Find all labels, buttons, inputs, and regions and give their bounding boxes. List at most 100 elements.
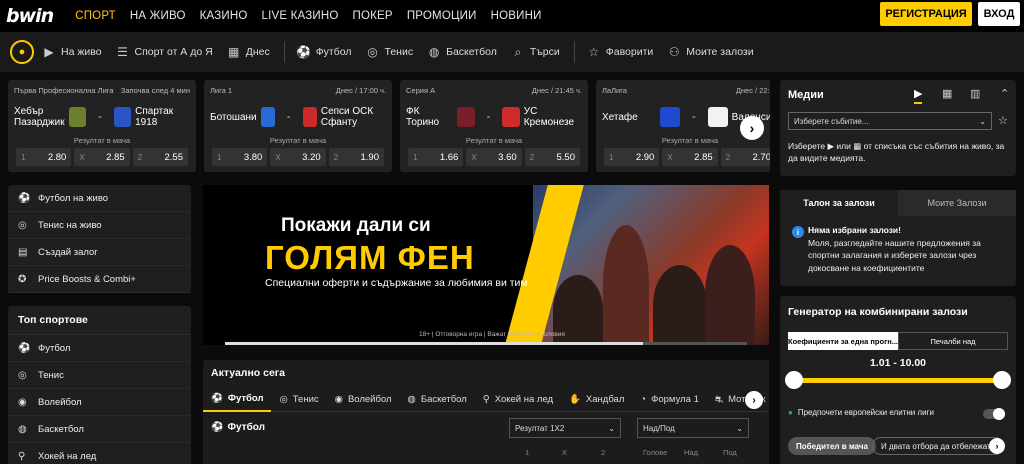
market-select-1x2[interactable]: Резултат 1X2 ⌄ (509, 418, 621, 438)
tab-bet-slip[interactable]: Талон за залози (780, 190, 898, 216)
match-card[interactable]: Лига 1 Днес / 17:00 ч. Ботошани - Сепси ОСК … (204, 80, 392, 172)
basketball-icon: ◍ (428, 45, 440, 59)
match-header: Лига 1 Днес / 17:00 ч. (210, 86, 386, 95)
quick-link-item[interactable]: ▤ Създай залог (8, 239, 191, 266)
slider-min-handle[interactable] (785, 371, 803, 389)
promo-banner[interactable]: Покажи дали си ГОЛЯМ ФЕН Специални оферт… (203, 185, 769, 345)
bwin-logo[interactable]: bwin (6, 5, 54, 27)
live-tab[interactable]: ◎ Тенис (271, 388, 326, 412)
bet-slip-tabs: Талон за залози Моите Залози (780, 190, 1016, 216)
live-tab[interactable]: ◍ Баскетбол (400, 388, 475, 412)
subnav-item[interactable]: ▶ На живо (42, 45, 101, 59)
odds-button[interactable]: X 2.85 (662, 148, 718, 166)
video-icon[interactable]: ▶ (914, 87, 923, 104)
nav-live-casino[interactable]: LIVE КАЗИНО (262, 10, 339, 22)
top-sport-item[interactable]: ⚽ Футбол (8, 335, 191, 362)
pitch-icon[interactable]: ▦ (942, 87, 952, 100)
match-card[interactable]: Серия А Днес / 21:45 ч. ФК Торино - УС Кремо… (400, 80, 588, 172)
subnav-item-label: Баскетбол (446, 46, 497, 58)
subnav-item[interactable]: ◍ Баскетбол (427, 45, 497, 59)
chevron-right-icon[interactable]: › (989, 438, 1005, 454)
live-now-panel: Актуално сега ⚽ Футбол ◎ Тенис ◉ Волейбол ◍ Бас… (203, 360, 769, 464)
chevron-right-icon[interactable]: › (740, 116, 764, 140)
nav-poker[interactable]: ПОКЕР (353, 10, 393, 22)
odds-button[interactable]: X 3.60 (466, 148, 522, 166)
quick-link-item[interactable]: ⚽ Футбол на живо (8, 185, 191, 212)
live-tab[interactable]: ⛐Мотоцик (707, 388, 774, 412)
event-select-value: Изберете събитие... (794, 116, 869, 126)
calendar-icon: ▦ (228, 45, 240, 59)
tab-odds-per-selection[interactable]: Коефициенти за една прогн... (788, 332, 898, 350)
odds-button[interactable]: 2 2.70 (720, 148, 770, 166)
away-team: УС Кремонезе (523, 106, 575, 128)
live-tab[interactable]: ⚽ Футбол (203, 388, 272, 412)
nav-live[interactable]: НА ЖИВО (130, 10, 186, 22)
top-sport-item[interactable]: ◍ Баскетбол (8, 416, 191, 443)
quick-link-item[interactable]: ◎ Тенис на живо (8, 212, 191, 239)
odds-key: 1 (413, 152, 418, 162)
subnav-item[interactable]: ☰ Спорт от А до Я (116, 45, 213, 59)
subnav-item[interactable]: ⚽ Футбол (296, 45, 352, 59)
odds-row: 1 3.80 X 3.20 2 1.90 (212, 148, 384, 166)
subnav-item[interactable]: ⌕ Търси (511, 45, 560, 59)
nav-sport[interactable]: СПОРТ (75, 10, 116, 22)
banner-headline: Покажи дали си (281, 215, 431, 236)
chip-both-teams-score[interactable]: И двата отбора да отбележат голо (872, 437, 1004, 455)
subnav-item[interactable]: ⚇ Моите залози (667, 45, 754, 59)
subnav-item-label: Търси (529, 46, 560, 58)
subnav-item-label: Спорт от А до Я (134, 46, 213, 58)
odds-button[interactable]: X 3.20 (270, 148, 326, 166)
odds-button[interactable]: 2 2.55 (132, 148, 188, 166)
media-title: Медии (788, 89, 824, 101)
star-icon[interactable]: ☆ (998, 114, 1008, 127)
home-sports-icon[interactable]: ● (10, 40, 34, 64)
media-info-mid: или (836, 141, 851, 151)
stats-icon[interactable]: ▥ (970, 87, 980, 100)
odds-button[interactable]: 2 1.90 (328, 148, 384, 166)
match-card[interactable]: Първа Професионална Лига Започва след 4 м… (8, 80, 196, 172)
volleyball-icon: ◉ (334, 394, 343, 405)
elite-leagues-label: Предпочети европейски елитни лиги (797, 408, 934, 417)
top-sport-item[interactable]: ◎ Тенис (8, 362, 191, 389)
nav-news[interactable]: НОВИНИ (491, 10, 542, 22)
tab-my-bets[interactable]: Моите Залози (898, 190, 1016, 216)
nav-promotions[interactable]: ПРОМОЦИИ (407, 10, 477, 22)
tab-winnings-over[interactable]: Печалби над (898, 332, 1008, 350)
subnav-item[interactable]: ▦ Днес (227, 45, 270, 59)
live-tab[interactable]: ⚲ Хокей на лед (475, 388, 561, 412)
event-select[interactable]: Изберете събитие... ⌄ (788, 112, 992, 130)
chevron-right-icon[interactable]: › (745, 391, 763, 409)
odds-button[interactable]: 1 1.66 (408, 148, 464, 166)
volleyball-icon: ◉ (18, 396, 27, 408)
odds-button[interactable]: 2 5.50 (524, 148, 580, 166)
quick-link-item[interactable]: ✪ Price Boosts & Combi+ (8, 266, 191, 293)
live-tab[interactable]: ✋ Хандбал (561, 388, 632, 412)
subnav-item[interactable]: ☆ Фаворити (587, 45, 653, 59)
live-sport-name: Футбол (227, 422, 265, 433)
odds-value: 2.85 (694, 151, 713, 163)
odds-range-slider[interactable] (794, 378, 1002, 383)
register-button[interactable]: РЕГИСТРАЦИЯ (880, 2, 972, 26)
top-sport-item[interactable]: ◉ Волейбол (8, 389, 191, 416)
chip-match-winner[interactable]: Победител в мача (788, 437, 876, 455)
result-label: Резултат в мача (73, 136, 131, 145)
live-tab[interactable]: ◔ Формула 1 (632, 388, 706, 412)
elite-leagues-toggle[interactable] (983, 408, 1005, 420)
live-tab[interactable]: ◉ Волейбол (327, 388, 400, 412)
globe-icon: ● (788, 408, 793, 417)
odds-button[interactable]: 1 2.80 (16, 148, 72, 166)
odds-button[interactable]: X 2.85 (74, 148, 130, 166)
chevron-up-icon[interactable]: ⌃ (1000, 87, 1009, 100)
top-sport-item[interactable]: ⚲ Хокей на лед (8, 443, 191, 464)
odds-button[interactable]: 1 3.80 (212, 148, 268, 166)
slider-max-handle[interactable] (993, 371, 1011, 389)
combo-generator-title: Генератор на комбинирани залози (788, 306, 968, 318)
nav-casino[interactable]: КАЗИНО (200, 10, 248, 22)
market-select-over-under[interactable]: Над/Под ⌄ (637, 418, 749, 438)
subnav-item[interactable]: ◎ Тенис (366, 45, 413, 59)
login-button[interactable]: ВХОД (978, 2, 1020, 26)
odds-button[interactable]: 1 2.90 (604, 148, 660, 166)
subnav-item-label: Футбол (315, 46, 352, 58)
match-header: Първа Професионална Лига Започва след 4 м… (14, 86, 190, 95)
football-icon: ⚽ (211, 422, 224, 433)
